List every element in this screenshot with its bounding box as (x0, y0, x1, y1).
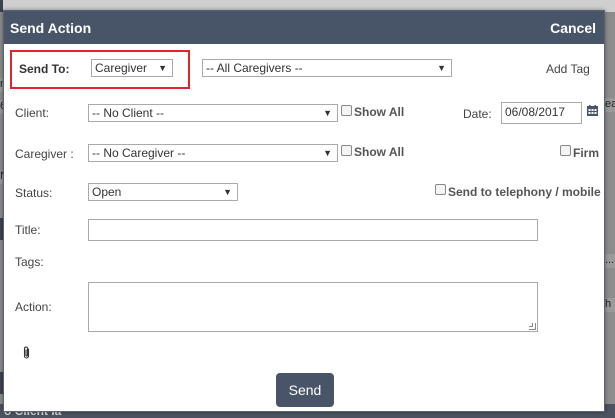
cancel-button[interactable]: Cancel (550, 20, 596, 36)
send-to-label: Send To: (19, 62, 70, 76)
date-label: Date: (463, 107, 492, 121)
calendar-icon[interactable] (587, 105, 598, 116)
recipients-selected: -- All Caregivers -- (206, 61, 303, 75)
caregiver-selected: -- No Caregiver -- (92, 146, 186, 160)
client-show-all-label: Show All (354, 105, 405, 119)
send-to-telephony-label: Send to telephony / mobile (448, 185, 601, 199)
tags-label: Tags: (15, 255, 44, 269)
background-right-fragment: ea (605, 98, 615, 112)
send-to-selected: Caregiver (95, 61, 148, 75)
status-select[interactable]: Open ▼ (88, 183, 238, 201)
action-label: Action: (15, 300, 52, 314)
recipients-select[interactable]: -- All Caregivers -- ▼ (202, 59, 452, 77)
dialog-title: Send Action (10, 20, 92, 36)
chevron-down-icon: ▼ (223, 187, 232, 197)
send-action-dialog: Send Action Cancel Send To: Caregiver ▼ … (3, 10, 605, 412)
title-label: Title: (15, 223, 41, 237)
send-button[interactable]: Send (276, 373, 334, 407)
client-select[interactable]: -- No Client -- ▼ (88, 104, 338, 122)
title-input[interactable] (88, 219, 538, 241)
send-to-select[interactable]: Caregiver ▼ (91, 59, 173, 77)
chevron-down-icon: ▼ (323, 108, 332, 118)
client-show-all-checkbox[interactable] (341, 105, 352, 116)
resize-handle-icon[interactable] (529, 323, 536, 330)
send-to-telephony-checkbox[interactable] (435, 184, 446, 195)
action-textarea[interactable] (88, 282, 538, 332)
caregiver-select[interactable]: -- No Caregiver -- ▼ (88, 144, 338, 162)
chevron-down-icon: ▼ (158, 63, 167, 73)
caregiver-label: Caregiver : (15, 147, 74, 161)
caregiver-show-all-checkbox[interactable] (341, 145, 352, 156)
background-right-fragment: h (605, 298, 615, 312)
date-input[interactable]: 06/08/2017 (501, 102, 582, 124)
chevron-down-icon: ▼ (323, 148, 332, 158)
background-right-fragment: ... (605, 254, 615, 268)
caregiver-show-all-label: Show All (354, 145, 405, 159)
dialog-header: Send Action Cancel (4, 11, 604, 44)
client-label: Client: (15, 106, 50, 120)
client-selected: -- No Client -- (92, 106, 165, 120)
add-tag-link[interactable]: Add Tag (546, 62, 590, 76)
status-label: Status: (15, 186, 53, 200)
firm-label: Firm (573, 146, 600, 160)
firm-checkbox[interactable] (560, 145, 571, 156)
chevron-down-icon: ▼ (437, 63, 446, 73)
paperclip-icon[interactable] (21, 346, 33, 360)
status-selected: Open (92, 185, 122, 199)
